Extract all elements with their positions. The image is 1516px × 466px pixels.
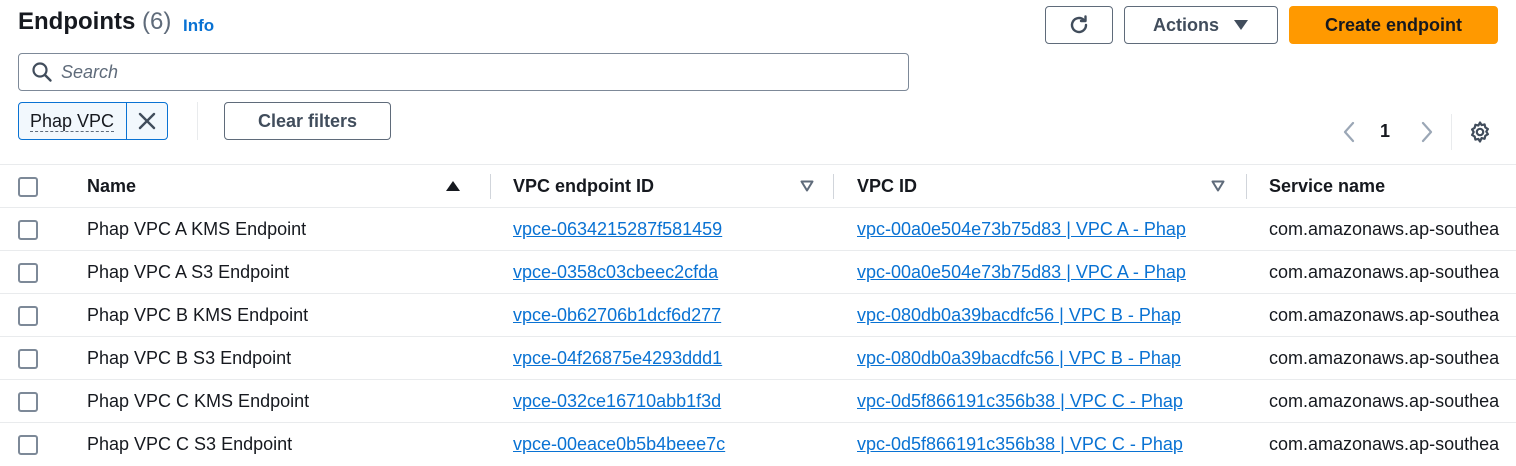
endpoint-id-cell: vpce-0634215287f581459 [491,208,834,251]
row-checkbox[interactable] [18,219,38,240]
service-name: com.amazonaws.ap-southea [1269,347,1500,368]
sort-descending-icon[interactable] [1211,180,1225,192]
column-name-label: Name [87,175,137,196]
pagination-divider [1451,114,1452,150]
endpoint-name: Phap VPC B KMS Endpoint [87,304,309,325]
gear-icon[interactable] [1468,120,1492,144]
row-checkbox-cell [0,251,64,294]
vpc-id-link[interactable]: vpc-080db0a39bacdfc56 | VPC B - Phap [857,348,1181,368]
table-row[interactable]: Phap VPC B S3 Endpoint vpce-04f26875e429… [0,337,1516,380]
endpoint-id-link[interactable]: vpce-0358c03cbeec2cfda [513,262,718,282]
row-checkbox[interactable] [18,262,38,283]
actions-dropdown-button[interactable]: Actions [1124,6,1278,44]
column-header-name[interactable]: Name [64,165,491,208]
vpc-id-cell: vpc-0d5f866191c356b38 | VPC C - Phap [834,380,1247,423]
column-header-endpoint-id-inner: VPC endpoint ID [491,165,834,207]
service-name: com.amazonaws.ap-southea [1269,304,1500,325]
column-header-service-name[interactable]: Service name [1247,165,1516,208]
info-link[interactable]: Info [183,16,214,36]
remove-filter-button[interactable] [126,103,167,139]
column-service-name-label: Service name [1269,175,1386,196]
endpoint-id-cell: vpce-0358c03cbeec2cfda [491,251,834,294]
clear-filters-button[interactable]: Clear filters [224,102,391,140]
table-row[interactable]: Phap VPC A KMS Endpoint vpce-0634215287f… [0,208,1516,251]
vpc-id-link[interactable]: vpc-0d5f866191c356b38 | VPC C - Phap [857,391,1183,411]
page-number[interactable]: 1 [1380,121,1390,142]
sort-descending-icon[interactable] [800,180,814,192]
chevron-left-icon[interactable] [1338,120,1362,144]
vpc-id-cell: vpc-00a0e504e73b75d83 | VPC A - Phap [834,251,1247,294]
endpoint-id-link[interactable]: vpce-0634215287f581459 [513,219,722,239]
sort-ascending-icon[interactable] [445,180,461,192]
endpoints-table: Name VPC endpoint ID VPC ID Service name… [0,164,1516,466]
column-header-name-inner: Name [64,165,491,207]
vpc-id-link[interactable]: vpc-00a0e504e73b75d83 | VPC A - Phap [857,219,1186,239]
row-checkbox-cell [0,423,64,466]
endpoint-id-link[interactable]: vpce-0b62706b1dcf6d277 [513,305,721,325]
vpc-id-cell: vpc-00a0e504e73b75d83 | VPC A - Phap [834,208,1247,251]
vpc-id-cell: vpc-0d5f866191c356b38 | VPC C - Phap [834,423,1247,466]
actions-label: Actions [1152,14,1219,35]
row-checkbox[interactable] [18,348,38,369]
filter-token-label[interactable]: Phap VPC [30,111,115,132]
endpoint-id-cell: vpce-0b62706b1dcf6d277 [491,294,834,337]
column-vpc-id-label: VPC ID [857,175,918,196]
vpc-id-link[interactable]: vpc-080db0a39bacdfc56 | VPC B - Phap [857,305,1181,325]
row-checkbox-cell [0,208,64,251]
endpoint-name: Phap VPC A S3 Endpoint [87,261,290,282]
page-title: Endpoints (6) [18,8,171,36]
column-header-endpoint-id[interactable]: VPC endpoint ID [491,165,834,208]
service-name: com.amazonaws.ap-southea [1269,390,1500,411]
row-checkbox[interactable] [18,391,38,412]
table-row[interactable]: Phap VPC B KMS Endpoint vpce-0b62706b1dc… [0,294,1516,337]
filter-divider [197,102,198,140]
vpc-id-link[interactable]: vpc-0d5f866191c356b38 | VPC C - Phap [857,434,1183,454]
refresh-icon [1070,15,1088,34]
endpoint-id-cell: vpce-00eace0b5b4beee7c [491,423,834,466]
endpoint-id-link[interactable]: vpce-04f26875e4293ddd1 [513,348,722,368]
column-header-vpc-id-inner: VPC ID [834,165,1247,207]
endpoint-id-link[interactable]: vpce-032ce16710abb1f3d [513,391,721,411]
row-checkbox-cell [0,294,64,337]
endpoint-count: (6) [142,8,172,35]
endpoint-name: Phap VPC C S3 Endpoint [87,433,293,454]
row-checkbox-cell [0,380,64,423]
create-endpoint-button[interactable]: Create endpoint [1289,6,1498,44]
row-checkbox-cell [0,337,64,380]
refresh-button[interactable] [1045,6,1113,44]
service-name: com.amazonaws.ap-southea [1269,433,1500,454]
chevron-right-icon[interactable] [1414,120,1438,144]
page-title-text: Endpoints [18,8,136,35]
row-checkbox[interactable] [18,434,38,455]
vpc-id-cell: vpc-080db0a39bacdfc56 | VPC B - Phap [834,337,1247,380]
endpoint-id-link[interactable]: vpce-00eace0b5b4beee7c [513,434,725,454]
row-checkbox[interactable] [18,305,38,326]
service-name: com.amazonaws.ap-southea [1269,218,1500,239]
table-row[interactable]: Phap VPC C KMS Endpoint vpce-032ce16710a… [0,380,1516,423]
close-icon [138,112,156,130]
column-header-vpc-id[interactable]: VPC ID [834,165,1247,208]
endpoint-id-cell: vpce-04f26875e4293ddd1 [491,337,834,380]
search-icon [32,62,52,82]
filter-token: Phap VPC [18,102,168,140]
table-row[interactable]: Phap VPC C S3 Endpoint vpce-00eace0b5b4b… [0,423,1516,466]
endpoint-name: Phap VPC A KMS Endpoint [87,218,307,239]
filter-token-label-wrap: Phap VPC [19,103,126,139]
header-checkbox-cell [0,165,64,208]
endpoint-name: Phap VPC B S3 Endpoint [87,347,292,368]
service-name: com.amazonaws.ap-southea [1269,261,1500,282]
endpoint-name: Phap VPC C KMS Endpoint [87,390,310,411]
vpc-id-cell: vpc-080db0a39bacdfc56 | VPC B - Phap [834,294,1247,337]
search-input[interactable] [59,60,883,84]
column-header-service-name-inner: Service name [1247,165,1516,207]
search-bar[interactable] [18,53,909,91]
caret-down-icon [1234,20,1248,30]
table-row[interactable]: Phap VPC A S3 Endpoint vpce-0358c03cbeec… [0,251,1516,294]
endpoint-id-cell: vpce-032ce16710abb1f3d [491,380,834,423]
column-endpoint-id-label: VPC endpoint ID [513,175,654,196]
select-all-checkbox[interactable] [18,176,38,197]
vpc-id-link[interactable]: vpc-00a0e504e73b75d83 | VPC A - Phap [857,262,1186,282]
table-header-row: Name VPC endpoint ID VPC ID Service name [0,164,1516,208]
